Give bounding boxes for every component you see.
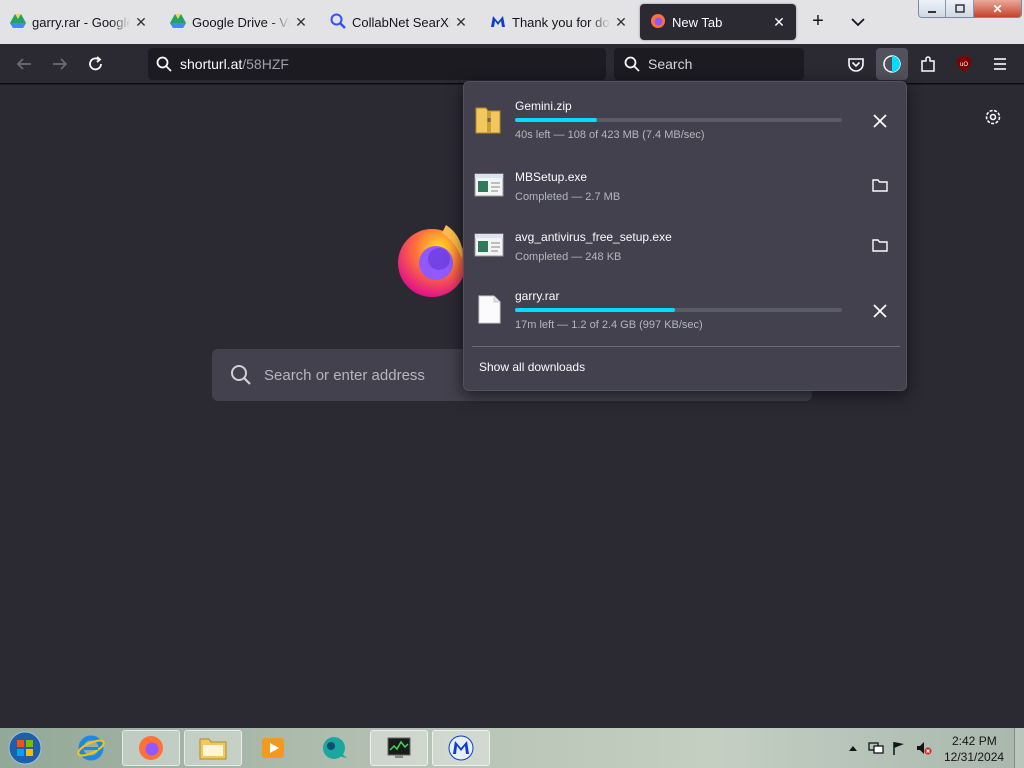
extensions-icon[interactable]	[916, 52, 940, 76]
download-item[interactable]: garry.rar 17m left — 1.2 of 2.4 GB (997 …	[464, 280, 906, 340]
start-button[interactable]	[5, 730, 45, 766]
search-icon	[624, 56, 640, 72]
network-icon[interactable]	[868, 741, 884, 755]
chevron-up-icon[interactable]	[846, 741, 860, 755]
search-icon	[156, 56, 172, 72]
file-explorer-icon[interactable]	[184, 730, 242, 766]
file-icon	[474, 294, 504, 326]
malwarebytes-icon	[490, 14, 506, 31]
google-drive-icon	[10, 13, 26, 31]
tab-searxng[interactable]: CollabNet SearXNG ✕	[320, 0, 478, 44]
maximize-button[interactable]	[946, 0, 974, 17]
download-name: Gemini.zip	[515, 99, 572, 113]
firefox-icon[interactable]	[122, 730, 180, 766]
search-bar-placeholder: Search	[648, 56, 693, 72]
downloads-button[interactable]	[876, 48, 908, 80]
window-close-button[interactable]: ✕	[973, 0, 1021, 17]
download-progress-bar	[515, 118, 842, 122]
tab-new-tab[interactable]: New Tab ✕	[640, 4, 796, 40]
back-arrow-icon[interactable]	[12, 52, 36, 76]
download-name: garry.rar	[515, 289, 560, 303]
download-item[interactable]: Gemini.zip 40s left — 108 of 423 MB (7.4…	[464, 90, 906, 150]
google-drive-icon	[170, 13, 186, 31]
show-desktop-button[interactable]	[1014, 728, 1024, 768]
home-search-placeholder: Search or enter address	[264, 366, 425, 384]
new-tab-button[interactable]: +	[806, 10, 830, 34]
close-icon[interactable]: ✕	[614, 14, 628, 31]
tab-strip: garry.rar - Google Drive ✕ Google Drive …	[0, 0, 1024, 44]
pocket-icon[interactable]	[844, 52, 868, 76]
tab-google-drive[interactable]: Google Drive - Virus scan warning ✕	[160, 0, 318, 44]
windows-taskbar: 2:42 PM 12/31/2024	[0, 728, 1024, 768]
download-item[interactable]: MBSetup.exe Completed — 2.7 MB	[464, 160, 906, 220]
media-player-icon[interactable]	[244, 730, 302, 766]
menu-icon[interactable]	[988, 52, 1012, 76]
tab-title: garry.rar - Google Drive	[32, 14, 130, 30]
messenger-icon[interactable]	[306, 730, 364, 766]
gear-icon[interactable]	[982, 106, 1004, 128]
malwarebytes-icon[interactable]	[432, 730, 490, 766]
download-status: Completed — 248 KB	[515, 251, 622, 263]
download-status: 40s left — 108 of 423 MB (7.4 MB/sec)	[515, 129, 705, 141]
close-icon[interactable]: ✕	[134, 14, 148, 31]
clock-date[interactable]: 12/31/2024	[944, 750, 1004, 764]
forward-arrow-icon[interactable]	[48, 52, 72, 76]
show-all-downloads-link[interactable]: Show all downloads	[479, 360, 585, 374]
search-bar[interactable]: Search	[614, 48, 804, 80]
tab-title: New Tab	[672, 14, 723, 30]
tab-title: Google Drive - Virus scan warning	[192, 14, 290, 30]
search-icon	[330, 13, 346, 32]
download-progress-icon	[883, 55, 901, 73]
tab-title: Thank you for downloading	[512, 14, 610, 30]
download-status: Completed — 2.7 MB	[515, 191, 621, 203]
close-icon[interactable]: ✕	[294, 14, 308, 31]
url-bar[interactable]: shorturl.at/58HZF	[148, 48, 606, 80]
system-tray: 2:42 PM 12/31/2024	[842, 728, 1024, 768]
exe-icon	[474, 232, 504, 264]
close-icon[interactable]: ✕	[454, 14, 468, 31]
download-status: 17m left — 1.2 of 2.4 GB (997 KB/sec)	[515, 319, 703, 331]
download-name: avg_antivirus_free_setup.exe	[515, 230, 672, 244]
search-icon	[230, 364, 252, 386]
cancel-icon[interactable]	[869, 300, 891, 322]
url-host: shorturl.at	[180, 56, 243, 72]
url-path: /58HZF	[242, 56, 289, 72]
internet-explorer-icon[interactable]	[62, 730, 120, 766]
download-item[interactable]: avg_antivirus_free_setup.exe Completed —…	[464, 220, 906, 280]
folder-icon[interactable]	[869, 174, 891, 196]
zip-folder-icon	[474, 104, 504, 136]
clock-time[interactable]: 2:42 PM	[952, 734, 997, 748]
volume-muted-icon[interactable]	[916, 741, 932, 755]
window-controls: ✕	[918, 0, 1022, 18]
svg-text:uO: uO	[960, 62, 968, 68]
downloads-panel: Gemini.zip 40s left — 108 of 423 MB (7.4…	[463, 81, 907, 391]
navigation-toolbar: shorturl.at/58HZF Search uO	[0, 44, 1024, 84]
panel-divider	[472, 346, 900, 347]
reload-icon[interactable]	[84, 52, 108, 76]
tab-title: CollabNet SearXNG	[352, 14, 450, 30]
tab-garry-rar[interactable]: garry.rar - Google Drive ✕	[0, 0, 158, 44]
exe-icon	[474, 172, 504, 204]
cancel-icon[interactable]	[869, 110, 891, 132]
firefox-icon	[650, 13, 666, 32]
minimize-button[interactable]	[919, 0, 947, 17]
ublock-icon[interactable]: uO	[952, 52, 976, 76]
windows-logo-icon	[8, 731, 42, 765]
download-name: MBSetup.exe	[515, 170, 588, 184]
close-icon[interactable]: ✕	[772, 14, 786, 31]
flag-icon[interactable]	[892, 741, 906, 755]
chevron-down-icon[interactable]	[848, 10, 868, 34]
folder-icon[interactable]	[869, 234, 891, 256]
tab-thank-you[interactable]: Thank you for downloading ✕	[480, 0, 638, 44]
download-progress-bar	[515, 308, 842, 312]
task-manager-icon[interactable]	[370, 730, 428, 766]
